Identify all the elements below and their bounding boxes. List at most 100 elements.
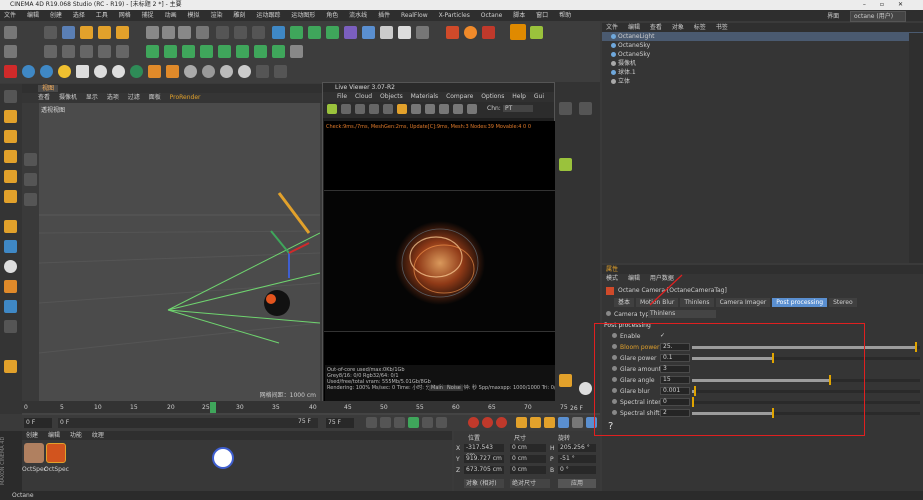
lv-menu-item[interactable]: Objects bbox=[380, 93, 403, 100]
start-frame-field[interactable]: 0 F bbox=[24, 418, 52, 428]
deformer-icon[interactable] bbox=[344, 26, 357, 39]
viewport-menu-item[interactable]: 面板 bbox=[149, 94, 161, 101]
tab-camera-imager[interactable]: Camera Imager bbox=[715, 298, 771, 307]
menu-item[interactable]: RealFlow bbox=[401, 12, 428, 19]
scale-key-icon[interactable] bbox=[530, 417, 541, 428]
menu-item[interactable]: 渲染 bbox=[210, 12, 222, 19]
material-thumbnail[interactable] bbox=[24, 443, 44, 463]
render-settings-icon[interactable] bbox=[252, 26, 265, 39]
cube-tool-icon[interactable] bbox=[4, 150, 17, 163]
rotation-h-field[interactable]: 205.256 ° bbox=[558, 444, 596, 452]
material-menu-item[interactable]: 纹理 bbox=[92, 432, 104, 439]
menu-item[interactable]: 工具 bbox=[96, 12, 108, 19]
object-row[interactable]: 摄像机 bbox=[602, 59, 923, 68]
rotation-b-field[interactable]: 0 ° bbox=[558, 466, 596, 474]
tool-icon[interactable] bbox=[4, 90, 17, 103]
menu-item[interactable]: 雕刻 bbox=[233, 12, 245, 19]
frame-range-slider[interactable]: 0 F bbox=[58, 418, 318, 428]
material-icon[interactable] bbox=[130, 65, 143, 78]
object-row[interactable]: OctaneLight bbox=[602, 32, 923, 41]
position-x-field[interactable]: -317.543 cm bbox=[464, 444, 504, 459]
object-row[interactable]: 立体 bbox=[602, 77, 923, 86]
viewport-menu-item[interactable]: ProRender bbox=[170, 94, 201, 101]
tool-icon[interactable] bbox=[439, 104, 449, 114]
menu-item[interactable]: 捕捉 bbox=[142, 12, 154, 19]
tool-icon[interactable] bbox=[559, 102, 572, 115]
xp-icon[interactable] bbox=[236, 45, 249, 58]
xp-icon[interactable] bbox=[254, 45, 267, 58]
l-tool-icon[interactable] bbox=[4, 220, 17, 233]
marker-icon[interactable] bbox=[482, 26, 495, 39]
send-scene-icon[interactable] bbox=[327, 104, 337, 114]
cube-tool-icon[interactable] bbox=[4, 170, 17, 183]
tool-icon[interactable] bbox=[559, 158, 572, 171]
menu-item[interactable]: 动画 bbox=[165, 12, 177, 19]
channel-dropdown[interactable]: PT bbox=[503, 105, 533, 112]
menu-item[interactable]: 插件 bbox=[378, 12, 390, 19]
light-icon[interactable] bbox=[76, 65, 89, 78]
key-icon[interactable] bbox=[496, 417, 507, 428]
viewport-menu-item[interactable]: 查看 bbox=[38, 94, 50, 101]
menu-item[interactable]: 运动跟踪 bbox=[256, 12, 280, 19]
last-frame-icon[interactable] bbox=[436, 417, 447, 428]
timeline-ruler[interactable]: 5 0 10 15 20 25 30 35 40 45 50 55 60 65 … bbox=[22, 401, 600, 415]
spline-icon[interactable] bbox=[290, 26, 303, 39]
xp-icon[interactable] bbox=[272, 45, 285, 58]
z-axis-icon[interactable] bbox=[178, 26, 191, 39]
object-menu-item[interactable]: 书签 bbox=[716, 24, 728, 31]
object-menu-item[interactable]: 文件 bbox=[606, 24, 618, 31]
psr-icon[interactable] bbox=[510, 24, 526, 40]
restart-icon[interactable] bbox=[341, 104, 351, 114]
undo-icon[interactable] bbox=[4, 26, 17, 39]
object-row[interactable]: OctaneSky bbox=[602, 41, 923, 50]
tab-post-processing[interactable]: Post processing bbox=[772, 298, 828, 307]
tool-icon[interactable] bbox=[116, 45, 129, 58]
edit-icon[interactable] bbox=[4, 45, 17, 58]
prev-key-icon[interactable] bbox=[380, 417, 391, 428]
record-icon[interactable] bbox=[4, 65, 17, 78]
lv-menu-item[interactable]: Help bbox=[512, 93, 526, 100]
cube-tool-icon[interactable] bbox=[4, 190, 17, 203]
lv-menu-item[interactable]: Materials bbox=[411, 93, 439, 100]
material-icon[interactable] bbox=[184, 65, 197, 78]
rotate-icon[interactable] bbox=[98, 26, 111, 39]
tool-icon[interactable] bbox=[411, 104, 421, 114]
size-y-field[interactable]: 0 cm bbox=[510, 455, 546, 463]
rotation-p-field[interactable]: -51 ° bbox=[558, 455, 596, 463]
box-icon[interactable] bbox=[148, 65, 161, 78]
tab-stereo[interactable]: Stereo bbox=[829, 298, 857, 307]
play-icon[interactable] bbox=[408, 417, 419, 428]
tool-icon[interactable] bbox=[4, 320, 17, 333]
menu-item[interactable]: 网格 bbox=[119, 12, 131, 19]
tool-icon[interactable] bbox=[4, 360, 17, 373]
first-frame-icon[interactable] bbox=[366, 417, 377, 428]
object-row[interactable]: 球体.1 bbox=[602, 68, 923, 77]
settings-icon[interactable] bbox=[383, 104, 393, 114]
tool-icon[interactable] bbox=[453, 104, 463, 114]
scale-icon[interactable] bbox=[80, 26, 93, 39]
menu-item[interactable]: 帮助 bbox=[559, 12, 571, 19]
menu-item[interactable]: 流水线 bbox=[349, 12, 367, 19]
xp-icon[interactable] bbox=[200, 45, 213, 58]
tool-icon[interactable] bbox=[44, 45, 57, 58]
param-key-icon[interactable] bbox=[558, 417, 569, 428]
size-x-field[interactable]: 0 cm bbox=[510, 444, 546, 452]
coord-system-icon[interactable] bbox=[196, 26, 209, 39]
next-frame-icon[interactable] bbox=[422, 417, 433, 428]
octane-icon[interactable] bbox=[446, 26, 459, 39]
gear-icon[interactable] bbox=[579, 382, 592, 395]
viewport-menu-item[interactable]: 显示 bbox=[86, 94, 98, 101]
menu-item[interactable]: 窗口 bbox=[536, 12, 548, 19]
rotate-key-icon[interactable] bbox=[544, 417, 555, 428]
tool-icon[interactable] bbox=[579, 102, 592, 115]
lv-menu-item[interactable]: Cloud bbox=[355, 93, 372, 100]
cube-tool-icon[interactable] bbox=[4, 130, 17, 143]
arrow-down-icon[interactable] bbox=[416, 26, 429, 39]
sphere-icon[interactable] bbox=[40, 65, 53, 78]
xp-icon[interactable] bbox=[164, 45, 177, 58]
menu-item[interactable]: 模拟 bbox=[188, 12, 200, 19]
menu-item[interactable]: 创建 bbox=[50, 12, 62, 19]
menu-item[interactable]: 编辑 bbox=[27, 12, 39, 19]
coord-mode-dropdown[interactable]: 对象 (相对) bbox=[464, 479, 504, 488]
select-icon[interactable] bbox=[44, 26, 57, 39]
